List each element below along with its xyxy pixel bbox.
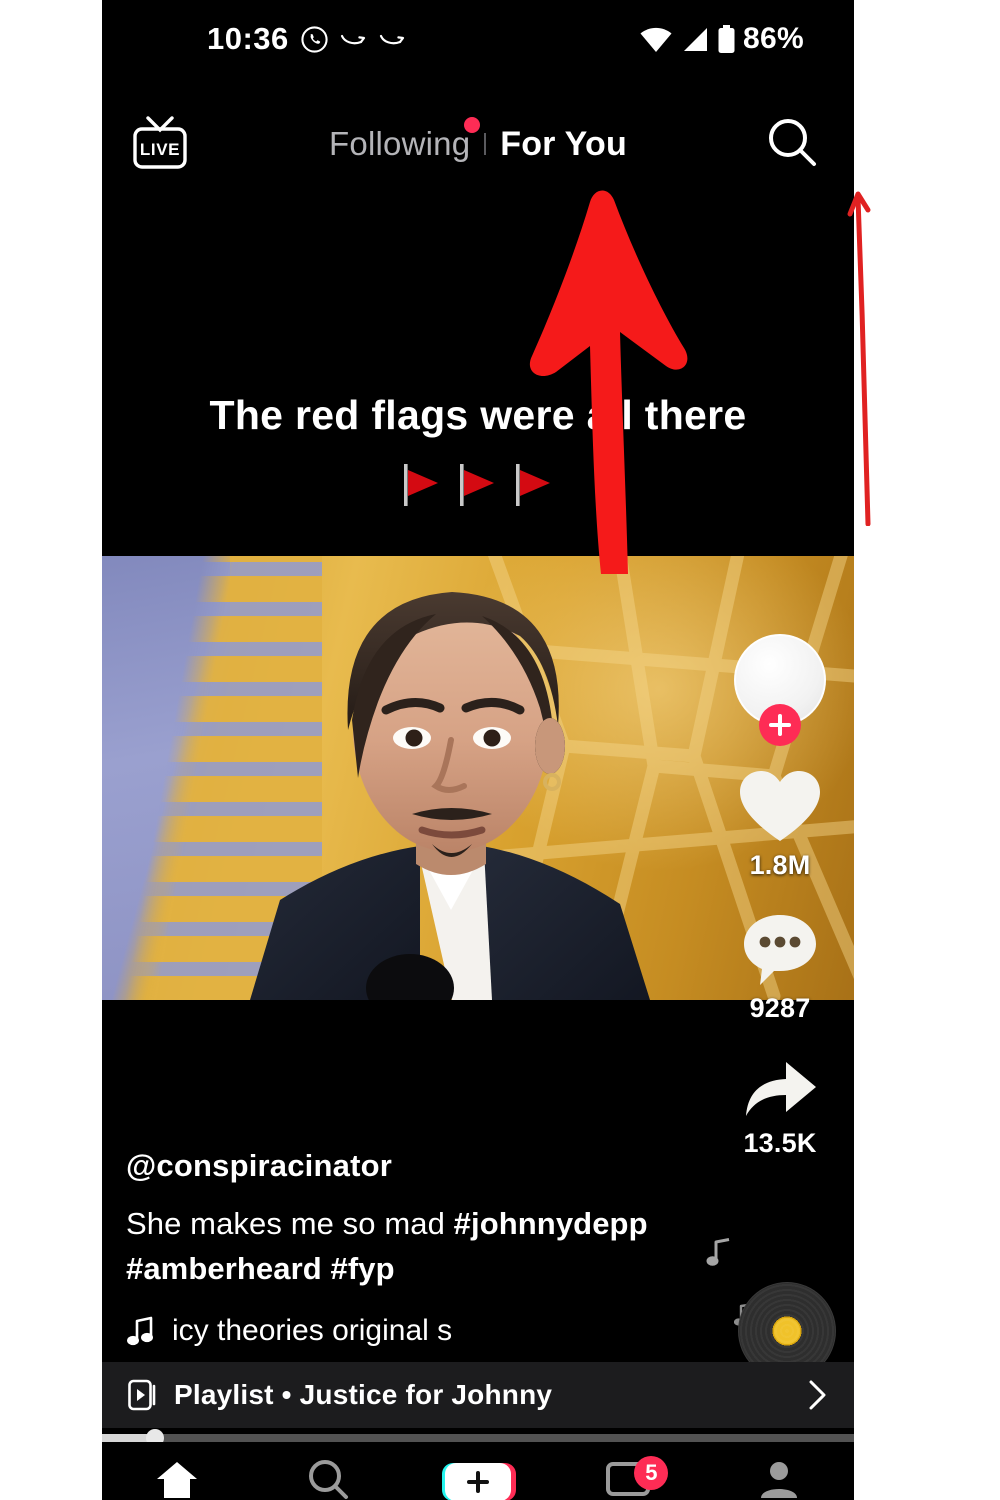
phone-screen: 10:36 86% LIVE Following For You The red…: [102, 0, 854, 1500]
screenshot-root: 10:36 86% LIVE Following For You The red…: [0, 0, 1000, 1500]
heart-icon: [740, 771, 820, 841]
hashtag-amberheard[interactable]: #amberheard: [126, 1251, 322, 1286]
share-action[interactable]: 13.5K: [720, 1054, 840, 1159]
home-icon: [157, 1462, 198, 1498]
post-caption: She makes me so mad #johnnydepp #amberhe…: [126, 1202, 686, 1292]
profile-icon: [760, 1462, 797, 1498]
playlist-label: Playlist • Justice for Johnny: [174, 1379, 553, 1410]
inbox-badge: 5: [634, 1456, 669, 1490]
share-arrow-icon: [746, 1062, 816, 1116]
red-flag-icon: [516, 464, 551, 506]
bottom-nav-discover[interactable]: [252, 1458, 402, 1500]
hashtag-johnnydepp[interactable]: #johnnydepp: [454, 1206, 648, 1241]
music-title-ticker: icy theories original s: [172, 1314, 453, 1347]
music-note-icon: [127, 1316, 153, 1346]
caption-text: She makes me so mad: [126, 1206, 454, 1242]
video-stage[interactable]: The red flags were all there 1.8M 9287 1…: [102, 0, 854, 1500]
comment-count: 9287: [749, 993, 811, 1023]
post-meta: @conspiracinator She makes me so mad #jo…: [126, 1148, 686, 1348]
hashtag-fyp[interactable]: #fyp: [331, 1251, 395, 1286]
bottom-navigation: 5: [102, 1442, 854, 1500]
bottom-nav-create[interactable]: [403, 1458, 553, 1500]
video-caption-overlay: The red flags were all there: [209, 392, 747, 438]
red-flag-icon: [403, 464, 438, 506]
share-count: 13.5K: [743, 1128, 817, 1158]
post-username[interactable]: @conspiracinator: [126, 1148, 686, 1184]
music-row[interactable]: icy theories original s: [126, 1314, 686, 1348]
chevron-right-icon[interactable]: [806, 1379, 828, 1411]
follow-button[interactable]: [759, 704, 801, 746]
video-person: [250, 592, 650, 1000]
video-progress-bar[interactable]: [102, 1429, 854, 1447]
discover-icon: [308, 1460, 348, 1499]
avatar-with-follow[interactable]: [734, 634, 826, 746]
create-icon: [442, 1463, 517, 1500]
red-flag-icon: [460, 464, 494, 506]
action-rail: 1.8M 9287 13.5K: [720, 634, 840, 1189]
bottom-nav-profile[interactable]: [704, 1458, 854, 1500]
like-action[interactable]: 1.8M: [720, 768, 840, 881]
like-count: 1.8M: [749, 850, 811, 880]
red-flag-emoji-row: [102, 462, 854, 508]
bottom-nav-inbox[interactable]: 5: [553, 1456, 703, 1498]
playlist-icon: [128, 1379, 156, 1411]
playlist-bar[interactable]: Playlist • Justice for Johnny: [102, 1362, 854, 1428]
floating-music-note-icon: [706, 1238, 730, 1266]
comment-bubble-icon: [744, 915, 816, 985]
comment-action[interactable]: 9287: [720, 911, 840, 1024]
bottom-nav-home[interactable]: [102, 1458, 252, 1500]
